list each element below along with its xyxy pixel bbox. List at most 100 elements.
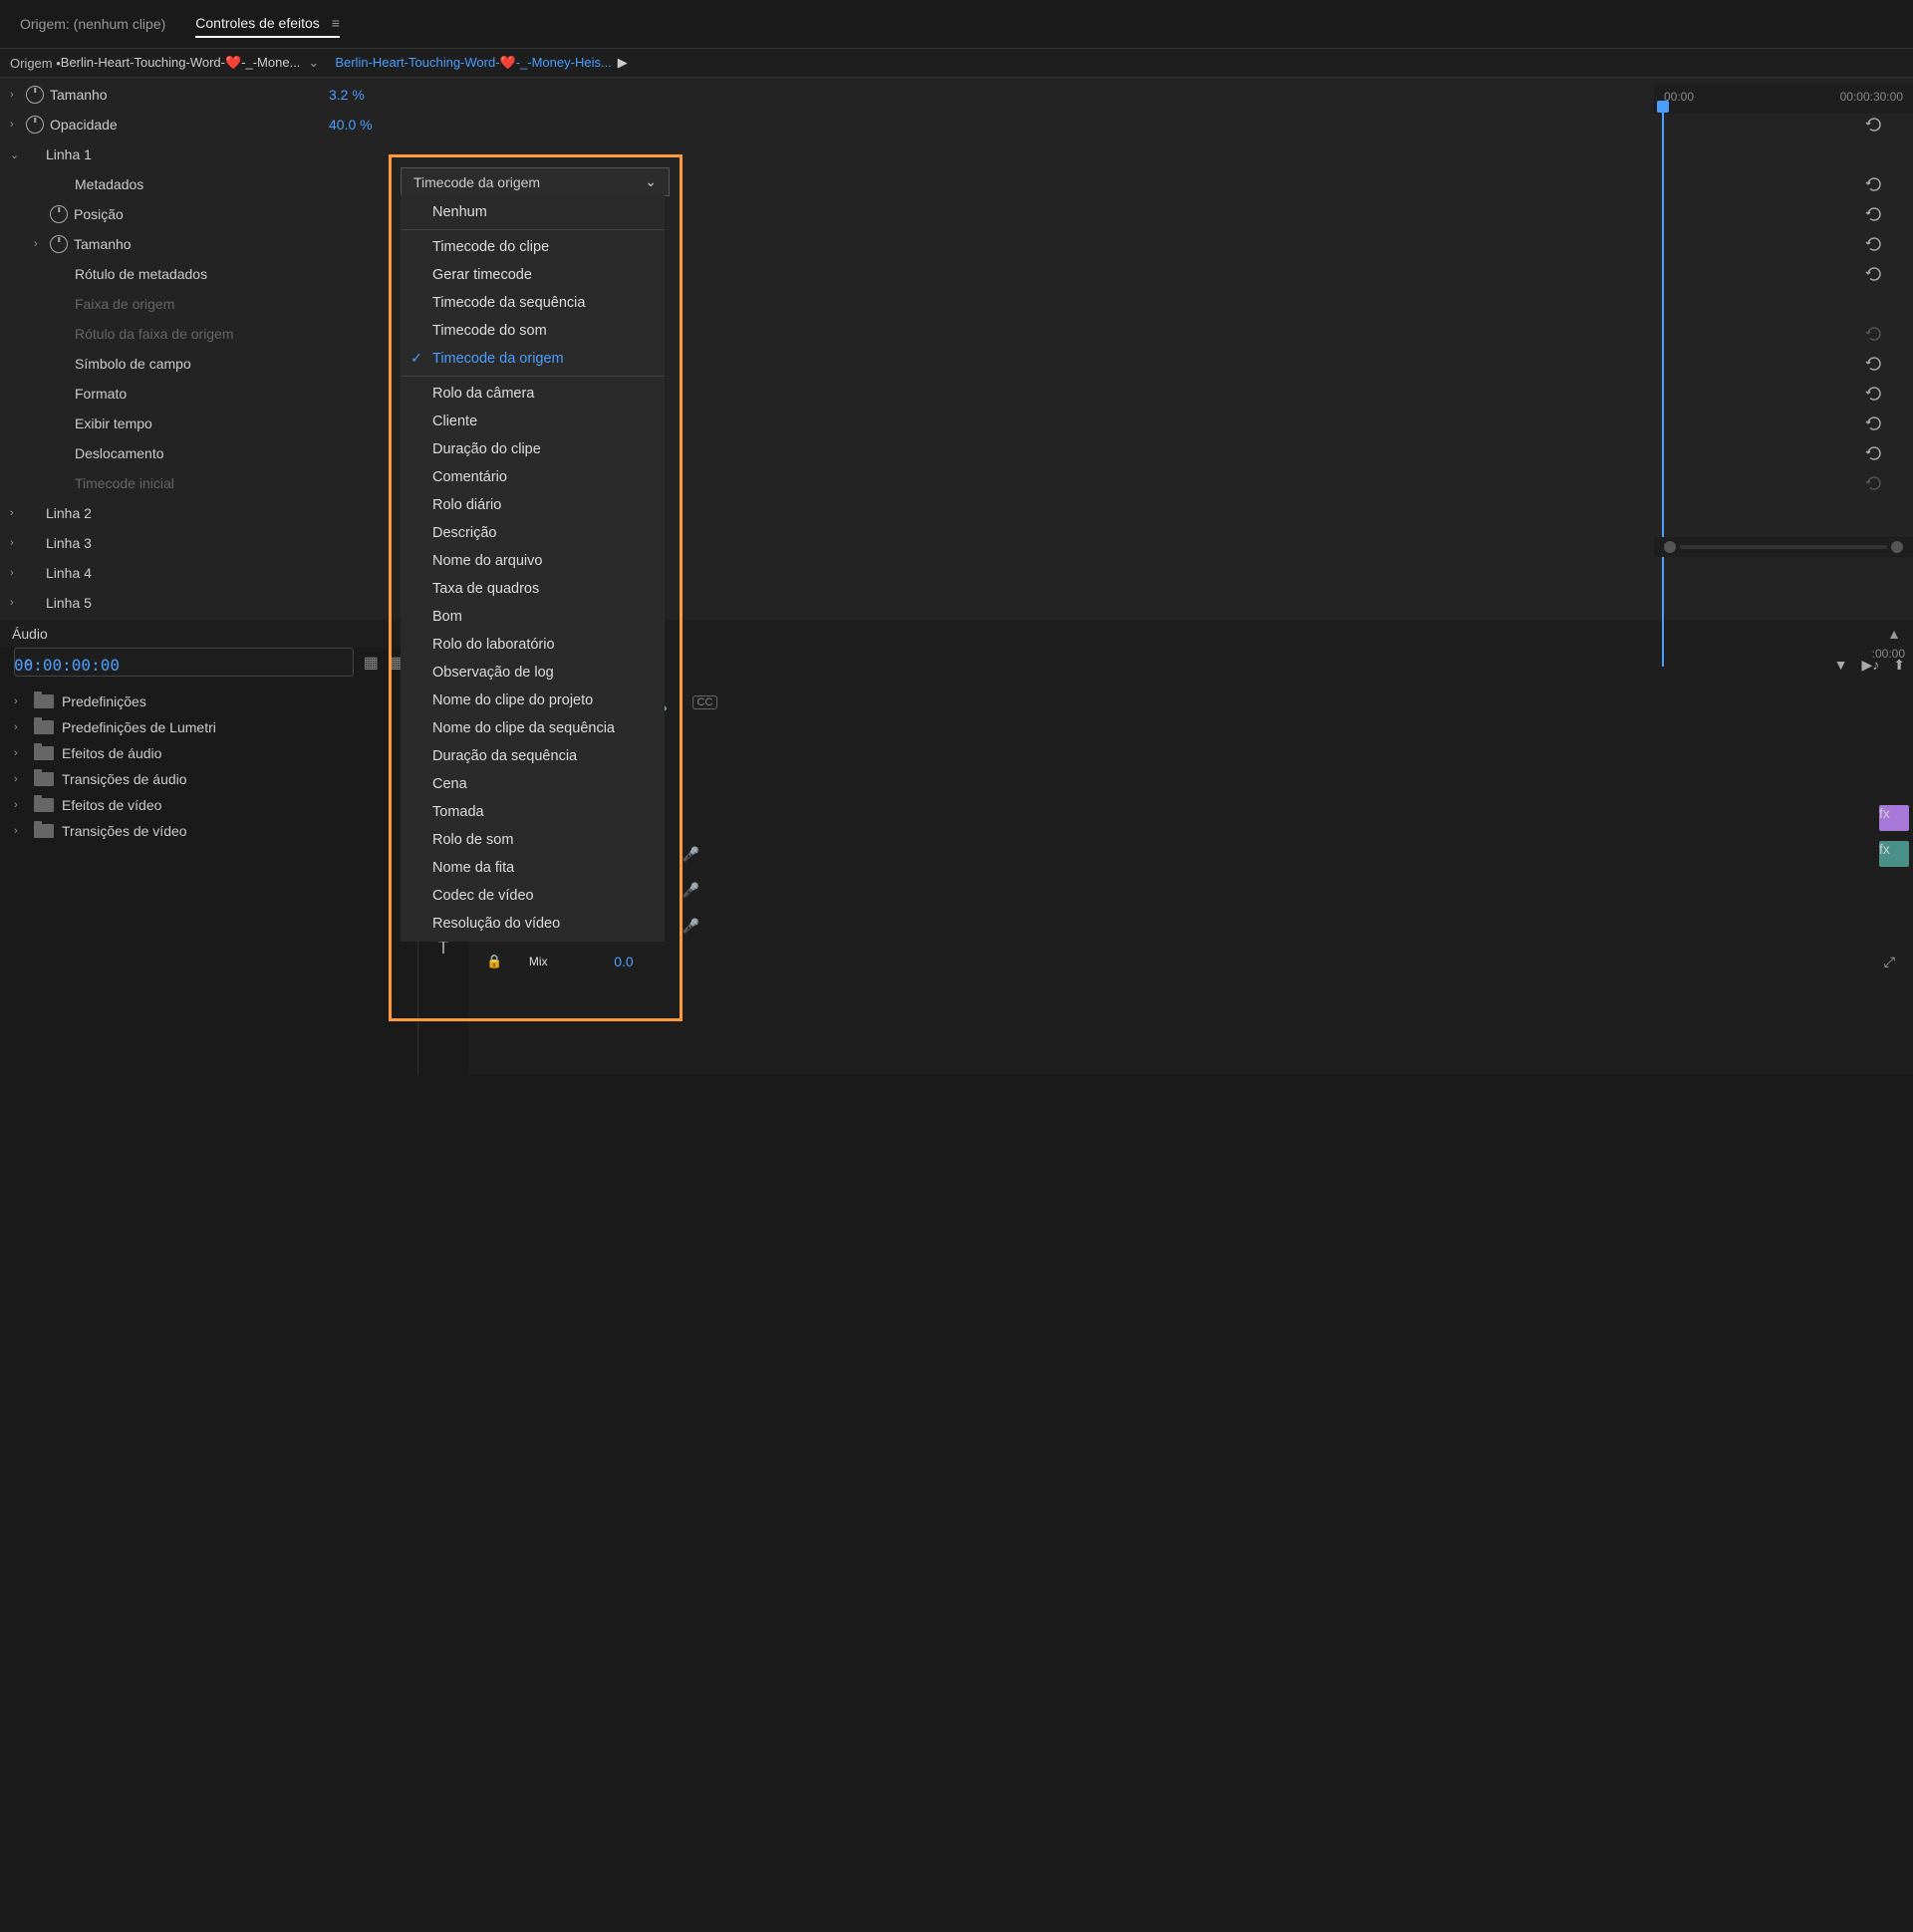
dropdown-item[interactable]: Taxa de quadros: [401, 575, 665, 603]
audio-section[interactable]: Áudio ▲: [0, 620, 1913, 648]
current-timecode[interactable]: 00:00:00:00: [0, 648, 134, 683]
disclosure-icon[interactable]: ›: [14, 721, 26, 733]
dropdown-item[interactable]: Rolo diário: [401, 491, 665, 519]
reset-icon[interactable]: [1865, 445, 1883, 461]
folder-presets[interactable]: ›Predefinições: [0, 689, 417, 714]
video-clip[interactable]: fx: [1879, 805, 1909, 831]
folder-video-trans[interactable]: ›Transições de vídeo: [0, 818, 417, 844]
track-v1[interactable]: 🔒 V1 ▭ 👁 fx: [468, 800, 1913, 836]
folder-audio-fx[interactable]: › Efeitos de áudio: [0, 740, 417, 766]
folder-lumetri[interactable]: › Predefinições de Lumetri: [0, 714, 417, 740]
stopwatch-icon[interactable]: [50, 235, 68, 253]
dropdown-item[interactable]: Observação de log: [401, 659, 665, 687]
disclosure-icon[interactable]: ›: [14, 773, 26, 785]
track-v2[interactable]: 🔒 V2 ▭ 👁: [468, 764, 1913, 800]
stopwatch-icon[interactable]: [26, 116, 44, 134]
disclosure-icon[interactable]: ›: [10, 89, 26, 101]
reset-icon[interactable]: [1865, 415, 1883, 431]
zoom-handle-right[interactable]: [1891, 541, 1903, 553]
tab-source[interactable]: Origem: (nenhum clipe): [20, 11, 165, 37]
disclosure-icon[interactable]: ›: [34, 238, 50, 250]
reset-icon[interactable]: [1865, 236, 1883, 252]
master-clip-name[interactable]: Berlin-Heart-Touching-Word-❤️-_-Mone...: [61, 55, 301, 71]
track-a3[interactable]: 🔒 A3 ▭ M S 🎤: [468, 908, 1913, 944]
mic-icon[interactable]: 🎤: [682, 918, 699, 935]
prop-tamanho-value[interactable]: 3.2 %: [329, 87, 365, 103]
mic-icon[interactable]: 🎤: [682, 846, 699, 863]
dropdown-item[interactable]: Descrição: [401, 519, 665, 547]
dropdown-item[interactable]: Nome do clipe do projeto: [401, 687, 665, 714]
stopwatch-icon[interactable]: [50, 205, 68, 223]
dropdown-item[interactable]: Rolo de som: [401, 826, 665, 854]
dropdown-item[interactable]: Tomada: [401, 798, 665, 826]
dropdown-item-nenhum[interactable]: Nenhum: [401, 198, 665, 226]
prop-opacidade-value[interactable]: 40.0 %: [329, 117, 373, 133]
dropdown-item[interactable]: Nome do arquivo: [401, 547, 665, 575]
tab-label: Controles de efeitos: [195, 15, 320, 31]
dropdown-item[interactable]: Rolo do laboratório: [401, 631, 665, 659]
play-only-icon[interactable]: ▶♪: [1861, 657, 1879, 674]
prop-linha2: Linha 2: [46, 505, 325, 521]
expand-icon[interactable]: ⤢: [1884, 954, 1895, 970]
mic-icon[interactable]: 🎤: [682, 882, 699, 899]
zoom-track[interactable]: [1680, 545, 1887, 549]
play-icon[interactable]: ▶: [618, 55, 628, 71]
reset-icon[interactable]: [1865, 386, 1883, 402]
folder-label: Efeitos de áudio: [62, 745, 161, 761]
reset-icon[interactable]: [1865, 117, 1883, 133]
reset-icon: [1865, 326, 1883, 342]
track-a1[interactable]: 🔒 A1 ▭ M S 🎤 fx: [468, 836, 1913, 872]
reset-icon[interactable]: [1865, 266, 1883, 282]
dropdown-item-selected[interactable]: Timecode da origem: [401, 345, 665, 373]
dropdown-item[interactable]: Timecode da sequência: [401, 289, 665, 317]
disclosure-icon[interactable]: ›: [14, 747, 26, 759]
tab-effect-controls[interactable]: Controles de efeitos ≡: [195, 10, 340, 38]
disclosure-icon[interactable]: ›: [14, 825, 26, 837]
sequence-clip-name[interactable]: Berlin-Heart-Touching-Word-❤️-_-Money-He…: [335, 55, 611, 71]
disclosure-icon[interactable]: ›: [14, 695, 26, 707]
audio-clip[interactable]: fx: [1879, 841, 1909, 867]
dropdown-item[interactable]: Cliente: [401, 408, 665, 435]
prop-linha1: Linha 1: [46, 146, 325, 162]
folder-audio-trans[interactable]: ›Transições de áudio: [0, 766, 417, 792]
dropdown-item[interactable]: Nome do clipe da sequência: [401, 714, 665, 742]
dropdown-item[interactable]: Duração da sequência: [401, 742, 665, 770]
dropdown-item[interactable]: Gerar timecode: [401, 261, 665, 289]
dropdown-item[interactable]: Duração do clipe: [401, 435, 665, 463]
disclosure-icon[interactable]: ›: [10, 507, 26, 519]
reset-icon[interactable]: [1865, 176, 1883, 192]
dropdown-item[interactable]: Nome da fita: [401, 854, 665, 882]
collapse-icon[interactable]: ▲: [1887, 626, 1901, 642]
dropdown-item[interactable]: Cena: [401, 770, 665, 798]
disclosure-icon[interactable]: ›: [10, 119, 26, 131]
dropdown-item[interactable]: Rolo da câmera: [401, 380, 665, 408]
export-icon[interactable]: ⬆: [1893, 657, 1905, 674]
disclosure-icon[interactable]: ›: [14, 799, 26, 811]
disclosure-icon[interactable]: ›: [10, 597, 26, 609]
dropdown-item[interactable]: Timecode do clipe: [401, 233, 665, 261]
reset-icon[interactable]: [1865, 206, 1883, 222]
stopwatch-icon[interactable]: [26, 86, 44, 104]
dropdown-item[interactable]: Bom: [401, 603, 665, 631]
track-v3[interactable]: 🔒 V3 ▭ 👁: [468, 728, 1913, 764]
track-mix[interactable]: 🔒 Mix 0.0 ⤢: [468, 944, 1913, 979]
dropdown-item[interactable]: Codec de vídeo: [401, 882, 665, 910]
chevron-down-icon[interactable]: ⌄: [308, 55, 319, 71]
metadados-dropdown[interactable]: Timecode da origem ⌄: [401, 167, 670, 196]
disclosure-collapse-icon[interactable]: ⌄: [10, 148, 26, 161]
disclosure-icon[interactable]: ›: [10, 537, 26, 549]
dropdown-item[interactable]: Resolução do vídeo: [401, 910, 665, 938]
disclosure-icon[interactable]: ›: [10, 567, 26, 579]
reset-icon[interactable]: [1865, 356, 1883, 372]
zoom-handle-left[interactable]: [1664, 541, 1676, 553]
folder-label: Predefinições de Lumetri: [62, 719, 216, 735]
folder-video-fx[interactable]: ›Efeitos de vídeo: [0, 792, 417, 818]
panel-menu-icon[interactable]: ≡: [332, 15, 340, 31]
cc-icon[interactable]: CC: [692, 695, 718, 709]
filter-icon[interactable]: ▼: [1834, 657, 1848, 674]
dropdown-item[interactable]: Timecode do som: [401, 317, 665, 345]
zoom-scrollbar[interactable]: [1654, 537, 1913, 557]
folder-icon: [34, 746, 54, 760]
dropdown-item[interactable]: Comentário: [401, 463, 665, 491]
track-a2[interactable]: 🔒 A2 ▭ M S 🎤: [468, 872, 1913, 908]
